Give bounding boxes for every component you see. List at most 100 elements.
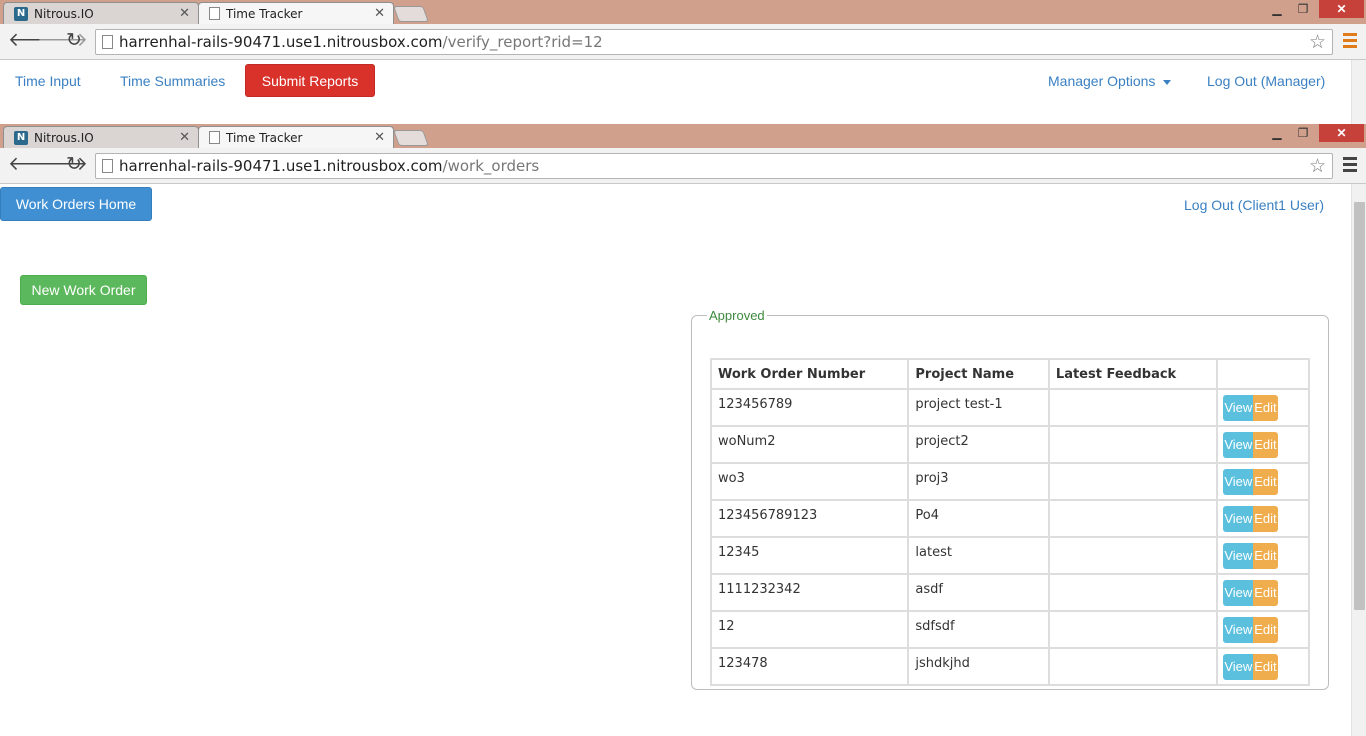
project-name: latest (907, 536, 1050, 575)
tab-time-tracker[interactable]: Time Tracker ✕ (198, 2, 394, 24)
tab-nitrous[interactable]: N Nitrous.IO ✕ (3, 2, 199, 24)
view-button[interactable]: View (1223, 431, 1254, 458)
logout-manager-link[interactable]: Log Out (Manager) (1207, 73, 1325, 89)
minimize-icon[interactable]: ▁ (1266, 124, 1288, 142)
edit-button[interactable]: Edit (1253, 394, 1278, 421)
edit-button[interactable]: Edit (1253, 616, 1278, 643)
tab-close-icon[interactable]: ✕ (374, 6, 385, 21)
view-button[interactable]: View (1223, 505, 1254, 532)
view-button[interactable]: View (1223, 468, 1254, 495)
restore-icon[interactable]: ❐ (1292, 0, 1314, 18)
new-work-order-button[interactable]: New Work Order (20, 275, 147, 305)
project-name: asdf (907, 573, 1050, 612)
view-button[interactable]: View (1223, 653, 1254, 680)
project-name: project test-1 (907, 388, 1050, 427)
latest-feedback (1047, 610, 1219, 649)
address-bar[interactable]: harrenhal-rails-90471.use1.nitrousbox.co… (95, 153, 1333, 179)
browser-window-1: N Nitrous.IO ✕ Time Tracker ✕ ▁ ❐ ✕ 🡐 🡒 … (0, 0, 1366, 60)
header-project-name: Project Name (907, 358, 1050, 390)
scrollbar-thumb[interactable] (1354, 202, 1365, 610)
latest-feedback (1047, 647, 1219, 686)
restore-icon[interactable]: ❐ (1292, 124, 1314, 142)
address-bar[interactable]: harrenhal-rails-90471.use1.nitrousbox.co… (95, 29, 1333, 55)
edit-button[interactable]: Edit (1253, 431, 1278, 458)
row-actions: View Edit (1216, 647, 1310, 686)
work-order-number: 123478 (709, 647, 910, 686)
page-favicon-icon (209, 7, 220, 20)
browser-toolbar: 🡐 🡒 ↻ harrenhal-rails-90471.use1.nitrous… (0, 24, 1366, 60)
browser-window-2: N Nitrous.IO ✕ Time Tracker ✕ ▁ ❐ ✕ 🡐 🡒 … (0, 124, 1366, 184)
view-button[interactable]: View (1223, 579, 1254, 606)
nitrous-favicon-icon: N (14, 6, 28, 21)
page-icon (102, 159, 113, 173)
reload-icon[interactable]: ↻ (66, 31, 82, 51)
logout-client-link[interactable]: Log Out (Client1 User) (1184, 197, 1324, 213)
verify-report-page: Time Input Time Summaries Submit Reports… (0, 60, 1366, 124)
row-actions: View Edit (1216, 462, 1310, 501)
chrome-menu-icon[interactable] (1343, 157, 1357, 175)
edit-button[interactable]: Edit (1253, 468, 1278, 495)
approved-fieldset: Approved Work Order Number Project Name … (691, 308, 1329, 690)
url-host: harrenhal-rails-90471.use1.nitrousbox.co… (119, 33, 443, 51)
latest-feedback (1047, 573, 1219, 612)
header-latest-feedback: Latest Feedback (1047, 358, 1219, 390)
window-close-icon[interactable]: ✕ (1319, 0, 1364, 18)
row-actions: View Edit (1216, 388, 1310, 427)
row-actions: View Edit (1216, 610, 1310, 649)
header-work-order-number: Work Order Number (709, 358, 910, 390)
url-host: harrenhal-rails-90471.use1.nitrousbox.co… (119, 157, 443, 175)
work-orders-page: Work Orders Home Log Out (Client1 User) … (0, 184, 1366, 736)
tab-label: Time Tracker (226, 130, 303, 145)
scrollbar-track[interactable] (1351, 60, 1366, 124)
project-name: proj3 (907, 462, 1050, 501)
row-actions: View Edit (1216, 425, 1310, 464)
manager-options-dropdown[interactable]: Manager Options (1048, 73, 1172, 89)
page-icon (102, 35, 113, 49)
tab-nitrous[interactable]: N Nitrous.IO ✕ (3, 126, 199, 148)
manager-options-label: Manager Options (1048, 73, 1156, 89)
work-order-number: 123456789123 (709, 499, 910, 538)
caret-down-icon (1163, 79, 1172, 85)
table-row: 1111232342 asdf View Edit (709, 573, 1310, 612)
minimize-icon[interactable]: ▁ (1266, 0, 1288, 18)
latest-feedback (1047, 499, 1219, 538)
window-close-icon[interactable]: ✕ (1319, 124, 1364, 142)
bookmark-star-icon[interactable]: ☆ (1309, 155, 1326, 177)
chrome-menu-icon[interactable] (1343, 33, 1357, 51)
latest-feedback (1047, 425, 1219, 464)
tab-close-icon[interactable]: ✕ (179, 130, 190, 145)
view-button[interactable]: View (1223, 616, 1254, 643)
table-row: 123456789123 Po4 View Edit (709, 499, 1310, 538)
work-order-number: 12345 (709, 536, 910, 575)
url-path: /work_orders (442, 157, 540, 175)
edit-button[interactable]: Edit (1253, 505, 1278, 532)
work-order-number: wo3 (709, 462, 910, 501)
table-row: woNum2 project2 View Edit (709, 425, 1310, 464)
tab-time-tracker[interactable]: Time Tracker ✕ (198, 126, 394, 148)
approved-legend: Approved (709, 308, 765, 323)
scrollbar[interactable] (1351, 184, 1366, 736)
edit-button[interactable]: Edit (1253, 542, 1278, 569)
view-button[interactable]: View (1223, 394, 1254, 421)
submit-reports-button[interactable]: Submit Reports (245, 64, 375, 97)
table-row: 12345 latest View Edit (709, 536, 1310, 575)
work-orders-table: Work Order Number Project Name Latest Fe… (709, 358, 1310, 686)
nav-time-input[interactable]: Time Input (15, 73, 81, 89)
url-path: /verify_report?rid=12 (442, 33, 603, 51)
work-orders-home-button[interactable]: Work Orders Home (0, 187, 152, 221)
edit-button[interactable]: Edit (1253, 579, 1278, 606)
page-favicon-icon (209, 131, 220, 144)
browser-toolbar: 🡐 🡒 ↻ harrenhal-rails-90471.use1.nitrous… (0, 148, 1366, 184)
bookmark-star-icon[interactable]: ☆ (1309, 31, 1326, 53)
latest-feedback (1047, 388, 1219, 427)
new-tab-button[interactable] (393, 6, 429, 22)
edit-button[interactable]: Edit (1253, 653, 1278, 680)
tab-close-icon[interactable]: ✕ (179, 6, 190, 21)
view-button[interactable]: View (1223, 542, 1254, 569)
reload-icon[interactable]: ↻ (66, 155, 82, 175)
nitrous-favicon-icon: N (14, 130, 28, 145)
new-tab-button[interactable] (393, 130, 429, 146)
nav-time-summaries[interactable]: Time Summaries (120, 73, 225, 89)
tab-close-icon[interactable]: ✕ (374, 130, 385, 145)
table-row: 12 sdfsdf View Edit (709, 610, 1310, 649)
